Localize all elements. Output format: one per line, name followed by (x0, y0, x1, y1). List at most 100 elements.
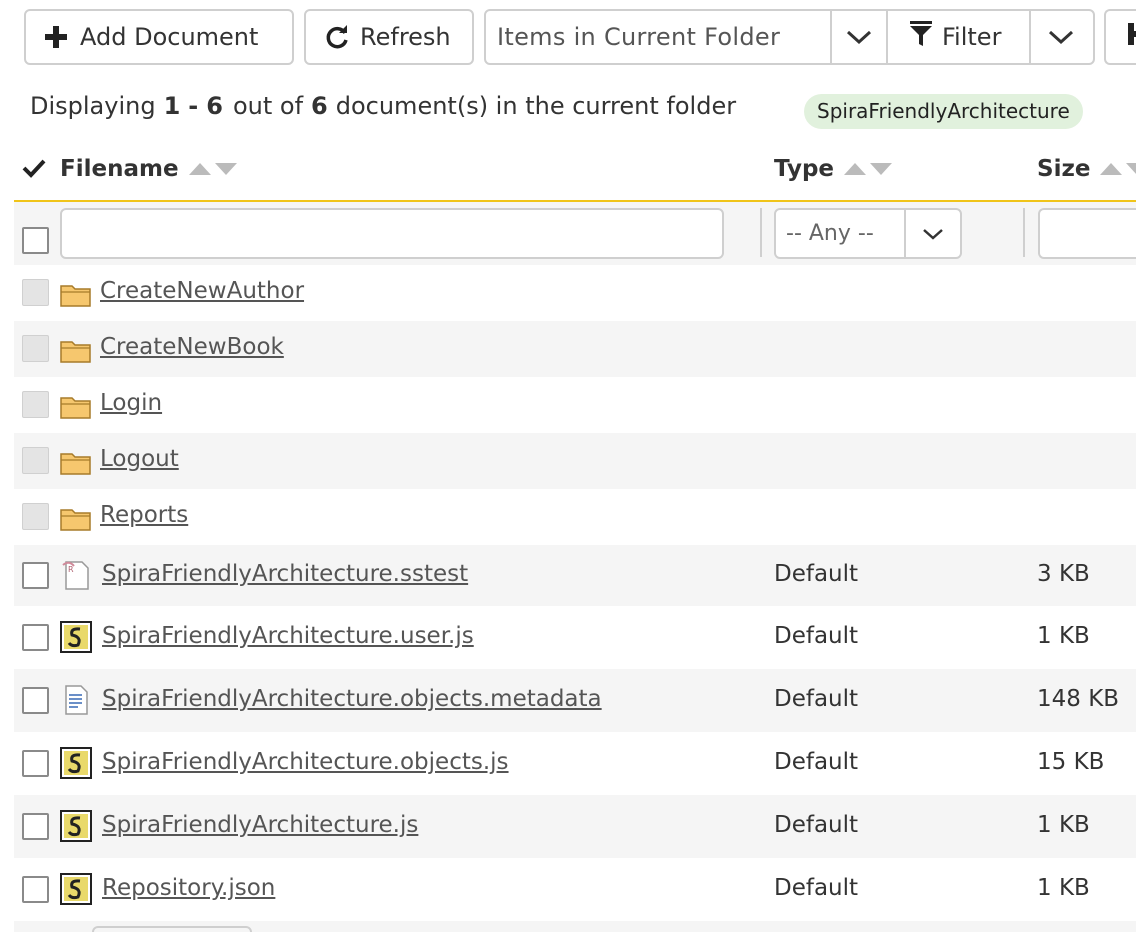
view-filter-group: Items in Current Folder Filter (484, 9, 1095, 65)
filter-button[interactable]: Filter (888, 11, 1031, 63)
folder-icon (60, 450, 92, 480)
document-link[interactable]: SpiraFriendlyArchitecture.js (102, 812, 418, 838)
select-all-checkbox[interactable] (22, 227, 49, 254)
script-file-icon (60, 810, 92, 846)
row-checkbox (22, 335, 49, 362)
document-size: 1 KB (1037, 875, 1090, 901)
column-header-filename[interactable]: Filename (60, 156, 239, 182)
document-link[interactable]: SpiraFriendlyArchitecture.user.js (102, 623, 474, 649)
table-header: Filename Type Size (14, 146, 1136, 202)
sstest-file-icon: R (60, 559, 92, 595)
folder-row[interactable]: CreateNewAuthor (14, 265, 1136, 321)
folder-row[interactable]: Reports (14, 489, 1136, 545)
row-checkbox[interactable] (22, 624, 49, 651)
document-link[interactable]: SpiraFriendlyArchitecture.objects.metada… (102, 686, 602, 712)
chevron-down-icon[interactable] (906, 210, 960, 257)
folder-link[interactable]: Reports (100, 502, 188, 528)
summary-prefix: Displaying (30, 92, 156, 120)
document-row[interactable]: SpiraFriendlyArchitecture.objects.metada… (14, 669, 1136, 732)
filter-label: Filter (942, 23, 1002, 51)
document-row[interactable]: SpiraFriendlyArchitecture.objects.js Def… (14, 732, 1136, 795)
sort-arrows-icon[interactable] (1100, 161, 1136, 177)
type-filter-select[interactable]: -- Any -- (774, 208, 962, 259)
folder-tag[interactable]: SpiraFriendlyArchitecture (804, 94, 1083, 129)
summary-total: 6 (311, 92, 328, 120)
plus-icon (44, 25, 68, 49)
document-row[interactable]: SpiraFriendlyArchitecture.js Default 1 K… (14, 795, 1136, 858)
filter-icon (910, 21, 932, 53)
folder-row[interactable]: CreateNewBook (14, 321, 1136, 377)
summary-to: 6 (206, 92, 223, 120)
folder-link[interactable]: CreateNewAuthor (100, 278, 304, 304)
row-checkbox[interactable] (22, 687, 49, 714)
document-size: 148 KB (1037, 686, 1120, 712)
document-type: Default (774, 686, 859, 712)
row-checkbox[interactable] (22, 813, 49, 840)
folder-icon (60, 338, 92, 368)
chevron-down-icon (846, 23, 872, 51)
pagination-control[interactable] (92, 926, 252, 932)
row-checkbox (22, 391, 49, 418)
sort-arrows-icon[interactable] (188, 161, 239, 177)
display-summary: Displaying 1 - 6 out of 6 document(s) in… (30, 92, 736, 120)
row-checkbox (22, 503, 49, 530)
document-type: Default (774, 623, 859, 649)
column-header-size[interactable]: Size (1037, 156, 1136, 182)
more-tools-button[interactable] (1104, 9, 1136, 65)
summary-mid: out of (232, 92, 304, 120)
document-size: 3 KB (1037, 561, 1090, 587)
size-filter-input[interactable] (1038, 208, 1136, 259)
column-divider (760, 208, 762, 257)
row-checkbox[interactable] (22, 750, 49, 777)
folder-icon (60, 282, 92, 312)
view-select-value: Items in Current Folder (497, 23, 781, 51)
tools-icon (1122, 22, 1136, 52)
document-link[interactable]: Repository.json (102, 875, 275, 901)
chevron-down-icon (1048, 23, 1074, 51)
document-link[interactable]: SpiraFriendlyArchitecture.sstest (102, 561, 468, 587)
script-file-icon (60, 747, 92, 783)
row-checkbox (22, 447, 49, 474)
folder-link[interactable]: CreateNewBook (100, 334, 284, 360)
column-header-type[interactable]: Type (774, 156, 894, 182)
script-file-icon (60, 621, 92, 657)
add-document-button[interactable]: Add Document (24, 9, 294, 65)
document-row[interactable]: SpiraFriendlyArchitecture.user.js Defaul… (14, 606, 1136, 669)
row-checkbox (22, 279, 49, 306)
column-header-filename-label: Filename (60, 156, 179, 182)
refresh-icon (324, 24, 350, 50)
document-row[interactable]: Repository.json Default 1 KB (14, 858, 1136, 921)
view-select[interactable]: Items in Current Folder (486, 11, 832, 63)
row-checkbox[interactable] (22, 562, 49, 589)
summary-dash: - (188, 92, 199, 120)
view-select-dropdown[interactable] (832, 11, 888, 63)
column-header-type-label: Type (774, 156, 835, 182)
document-type: Default (774, 749, 859, 775)
summary-from: 1 (163, 92, 181, 120)
refresh-label: Refresh (360, 23, 451, 51)
filter-row: -- Any -- (14, 202, 1136, 265)
folder-row[interactable]: Login (14, 377, 1136, 433)
column-header-size-label: Size (1037, 156, 1091, 182)
text-file-icon (60, 684, 92, 720)
sort-arrows-icon[interactable] (844, 161, 894, 177)
folder-icon (60, 506, 92, 536)
document-type: Default (774, 875, 859, 901)
document-type: Default (774, 812, 859, 838)
folder-link[interactable]: Logout (100, 446, 179, 472)
add-document-label: Add Document (80, 23, 259, 51)
type-filter-value: -- Any -- (776, 210, 906, 257)
checkmark-icon[interactable] (22, 158, 46, 182)
document-link[interactable]: SpiraFriendlyArchitecture.objects.js (102, 749, 509, 775)
script-file-icon (60, 873, 92, 909)
filename-filter-input[interactable] (60, 208, 724, 259)
refresh-button[interactable]: Refresh (304, 9, 474, 65)
folder-icon (60, 394, 92, 424)
row-checkbox[interactable] (22, 876, 49, 903)
folder-row[interactable]: Logout (14, 433, 1136, 489)
document-size: 15 KB (1037, 749, 1105, 775)
folder-link[interactable]: Login (100, 390, 162, 416)
document-row[interactable]: R SpiraFriendlyArchitecture.sstest Defau… (14, 545, 1136, 606)
document-size: 1 KB (1037, 812, 1090, 838)
filter-dropdown[interactable] (1031, 11, 1091, 63)
